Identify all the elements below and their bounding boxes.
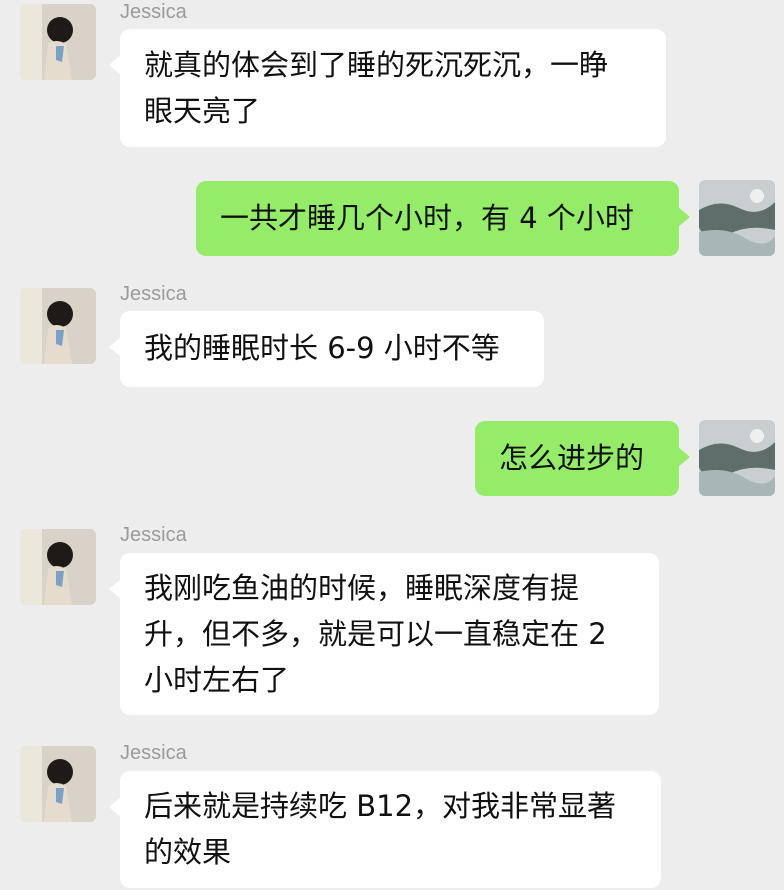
incoming-message-bubble[interactable]: 后来就是持续吃 B12，对我非常显著 的效果 [109,771,661,888]
message-text-line: 升，但不多，就是可以一直稳定在 2 [144,617,607,651]
outgoing-message-bubble[interactable]: 怎么进步的 [475,421,690,496]
contact-avatar[interactable] [20,746,96,822]
message-text-line: 我的睡眠时长 6-9 小时不等 [144,331,500,365]
my-avatar[interactable] [699,180,775,256]
sender-name: Jessica [120,524,187,546]
my-avatar[interactable] [699,420,775,496]
sender-name: Jessica [120,742,187,764]
message-text-line: 后来就是持续吃 B12，对我非常显著 [144,789,617,823]
message-text-line: 的效果 [144,835,232,869]
sender-name: Jessica [120,1,187,23]
contact-avatar[interactable] [20,529,96,605]
outgoing-message-bubble[interactable]: 一共才睡几个小时，有 4 个小时 [196,181,690,256]
message-text-line: 小时左右了 [144,663,290,697]
message-text-line: 我刚吃鱼油的时候，睡眠深度有提 [144,571,580,605]
message-text-line: 眼天亮了 [144,94,261,128]
contact-avatar[interactable] [20,4,96,80]
message-text-line: 就真的体会到了睡的死沉死沉，一睁 [144,48,609,82]
incoming-message-bubble[interactable]: 就真的体会到了睡的死沉死沉，一睁 眼天亮了 [109,29,666,147]
message-text-line: 怎么进步的 [499,441,645,475]
sender-name: Jessica [120,283,187,305]
message-text-line: 一共才睡几个小时，有 4 个小时 [220,201,634,235]
incoming-message-bubble[interactable]: 我刚吃鱼油的时候，睡眠深度有提 升，但不多，就是可以一直稳定在 2 小时左右了 [109,553,659,715]
incoming-message-bubble[interactable]: 我的睡眠时长 6-9 小时不等 [109,311,544,387]
contact-avatar[interactable] [20,288,96,364]
